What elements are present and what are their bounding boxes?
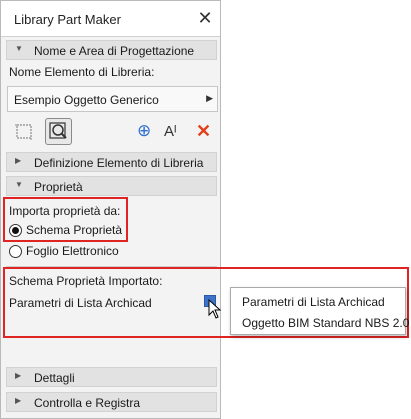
section-nome-area[interactable]: ▼ Nome e Area di Progettazione bbox=[6, 40, 217, 60]
radio-label: Schema Proprietà bbox=[26, 223, 123, 237]
section-label: Controlla e Registra bbox=[34, 396, 141, 410]
radio-label: Foglio Elettronico bbox=[26, 244, 119, 258]
radio-button[interactable] bbox=[9, 224, 22, 237]
library-part-maker-panel: Library Part Maker ✕ ▼ Nome e Area di Pr… bbox=[0, 0, 221, 419]
nome-elemento-value: Esempio Oggetto Generico bbox=[14, 93, 159, 107]
window-title: Library Part Maker bbox=[14, 12, 121, 27]
add-icon[interactable]: ⊕ bbox=[137, 121, 151, 141]
schema-selector-button[interactable] bbox=[204, 295, 216, 307]
section-dettagli[interactable]: ▶ Dettagli bbox=[6, 367, 217, 387]
section-label: Definizione Elemento di Libreria bbox=[34, 156, 204, 170]
section-controlla[interactable]: ▶ Controlla e Registra bbox=[6, 392, 217, 412]
zoom-fit-icon[interactable] bbox=[45, 118, 72, 145]
section-label: Proprietà bbox=[34, 180, 83, 194]
section-proprieta[interactable]: ▼ Proprietà bbox=[6, 176, 217, 196]
divider bbox=[6, 266, 217, 267]
importa-label: Importa proprietà da: bbox=[9, 204, 121, 218]
schema-importato-label: Schema Proprietà Importato: bbox=[9, 274, 163, 288]
delete-icon[interactable]: ✕ bbox=[196, 121, 211, 142]
collapse-arrow-icon: ▼ bbox=[15, 44, 23, 53]
crop-icon[interactable] bbox=[11, 118, 38, 145]
popup-item-parametri[interactable]: Parametri di Lista Archicad bbox=[242, 295, 385, 309]
section-label: Dettagli bbox=[34, 371, 75, 385]
close-icon[interactable]: ✕ bbox=[195, 9, 215, 29]
section-label: Nome e Area di Progettazione bbox=[34, 44, 195, 58]
text-style-icon[interactable]: Aᴵ bbox=[164, 123, 177, 140]
section-definizione[interactable]: ▶ Definizione Elemento di Libreria bbox=[6, 152, 217, 172]
nome-elemento-dropdown[interactable]: Esempio Oggetto Generico ▶ bbox=[7, 86, 218, 112]
schema-importato-value: Parametri di Lista Archicad bbox=[9, 296, 152, 310]
collapse-arrow-icon: ▼ bbox=[15, 180, 23, 189]
title-bar: Library Part Maker ✕ bbox=[1, 1, 220, 37]
schema-popup-menu: Parametri di Lista Archicad Oggetto BIM … bbox=[230, 287, 409, 335]
popup-item-nbs[interactable]: Oggetto BIM Standard NBS 2.0 bbox=[242, 316, 409, 330]
expand-arrow-icon: ▶ bbox=[15, 156, 22, 165]
chevron-right-icon: ▶ bbox=[206, 93, 213, 103]
radio-button[interactable] bbox=[9, 245, 22, 258]
expand-arrow-icon: ▶ bbox=[15, 371, 22, 380]
nome-elemento-label: Nome Elemento di Libreria: bbox=[9, 65, 155, 79]
expand-arrow-icon: ▶ bbox=[15, 396, 22, 405]
